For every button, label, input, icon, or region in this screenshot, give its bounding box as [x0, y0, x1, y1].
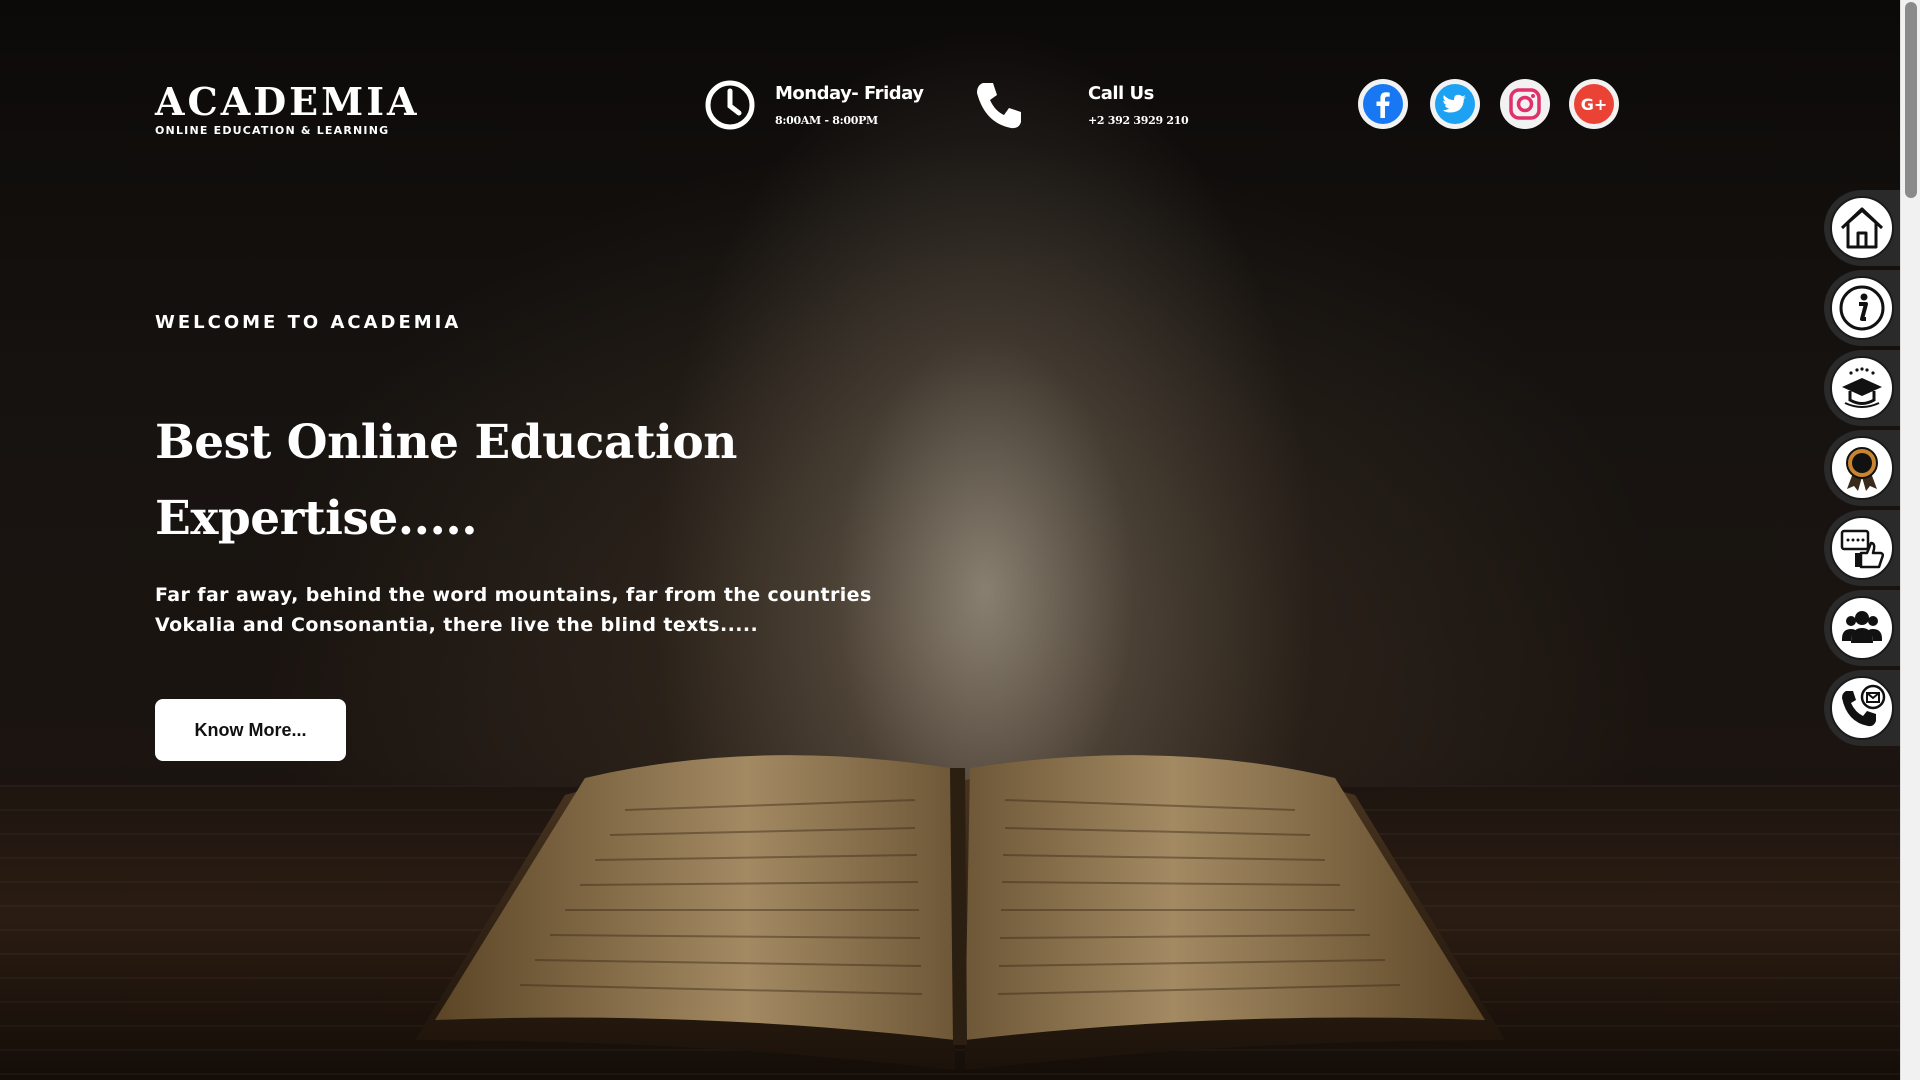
hours-value: 8:00AM - 8:00PM [775, 114, 878, 127]
logo-title: ACADEMIA [155, 79, 420, 124]
page-scrollbar[interactable] [1900, 0, 1920, 1080]
headline-line-1: Best Online Education [155, 415, 737, 470]
side-nav-awards[interactable] [1824, 430, 1900, 506]
clock-icon [703, 78, 757, 132]
hours-title: Monday- Friday [775, 83, 924, 104]
home-icon [1830, 196, 1894, 260]
side-nav-courses[interactable] [1824, 350, 1900, 426]
open-book-image [415, 755, 1505, 1070]
know-more-button[interactable]: Know More... [155, 699, 346, 761]
call-us: Call Us +2 392 3929 210 [972, 78, 1189, 132]
graduation-cap-icon [1830, 356, 1894, 420]
facebook-icon[interactable] [1358, 79, 1408, 129]
side-nav-team[interactable] [1824, 590, 1900, 666]
headline-line-2: Expertise..... [155, 491, 478, 546]
opening-hours: Monday- Friday 8:00AM - 8:00PM [703, 78, 924, 132]
team-icon [1830, 596, 1894, 660]
award-ribbon-icon [1830, 436, 1894, 500]
logo-subtitle: ONLINE EDUCATION & LEARNING [155, 124, 390, 137]
side-nav-about[interactable] [1824, 270, 1900, 346]
site-logo[interactable]: ACADEMIA ONLINE EDUCATION & LEARNING [155, 79, 420, 138]
call-value[interactable]: +2 392 3929 210 [1088, 114, 1189, 127]
side-nav-contact[interactable] [1824, 670, 1900, 746]
google-plus-icon[interactable]: G+ [1569, 79, 1619, 129]
hero-description: Far far away, behind the word mountains,… [155, 584, 872, 636]
side-nav-home[interactable] [1824, 190, 1900, 266]
svg-text:G+: G+ [1581, 95, 1608, 114]
hero-headline: Best Online Education Expertise..... [155, 405, 775, 557]
instagram-icon[interactable] [1500, 79, 1550, 129]
phone-icon [972, 78, 1026, 132]
scrollbar-thumb[interactable] [1905, 2, 1917, 198]
twitter-icon[interactable] [1430, 79, 1480, 129]
contact-phone-mail-icon [1830, 676, 1894, 740]
side-nav-testimonials[interactable] [1824, 510, 1900, 586]
testimonial-thumbs-up-icon [1830, 516, 1894, 580]
welcome-label: WELCOME TO ACADEMIA [155, 312, 462, 333]
info-icon [1830, 276, 1894, 340]
call-title: Call Us [1088, 83, 1154, 104]
